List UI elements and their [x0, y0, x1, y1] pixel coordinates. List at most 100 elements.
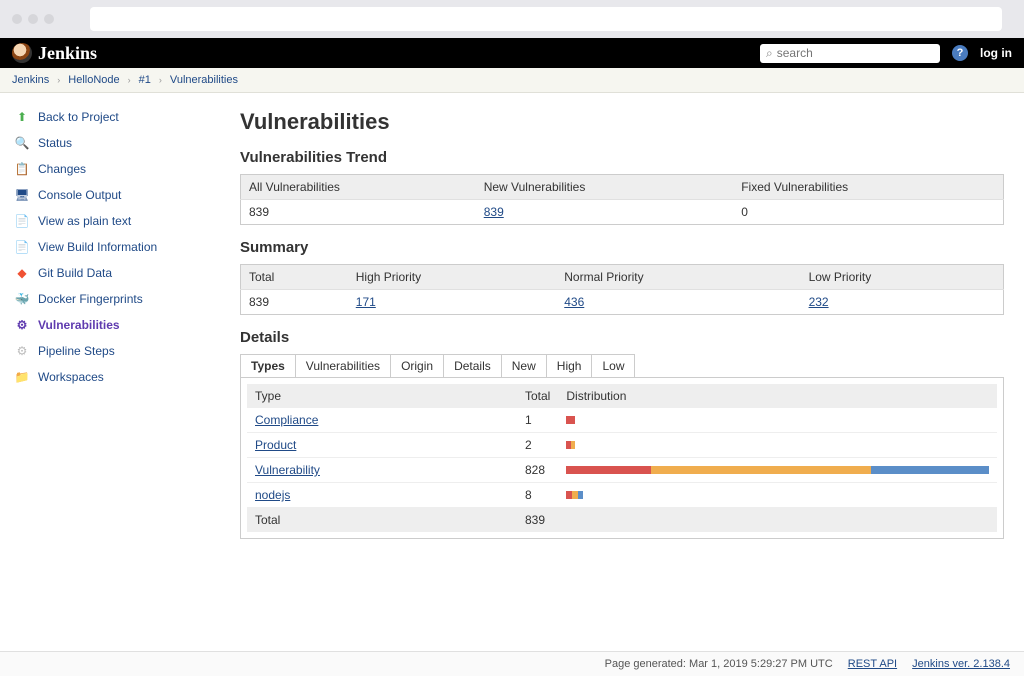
sidebar-item-buildinfo[interactable]: 📄 View Build Information: [8, 235, 232, 259]
col-header: High Priority: [348, 265, 556, 290]
col-header: Total: [241, 265, 348, 290]
tab-vulnerabilities[interactable]: Vulnerabilities: [295, 354, 391, 377]
distribution-cell: [558, 483, 997, 508]
details-table: Type Total Distribution Compliance1Produ…: [247, 384, 997, 532]
sidebar-item-status[interactable]: 🔍 Status: [8, 131, 232, 155]
col-header: All Vulnerabilities: [241, 175, 476, 200]
distribution-bar: [566, 491, 583, 499]
cell-value: 0: [733, 200, 1003, 225]
sidebar: ⬆ Back to Project 🔍 Status 📋 Changes 🖥 C…: [0, 93, 240, 653]
link-new-vulns[interactable]: 839: [484, 205, 504, 219]
sidebar-item-label: Status: [38, 136, 72, 150]
table-total-row: Total839: [247, 508, 997, 533]
sidebar-item-back[interactable]: ⬆ Back to Project: [8, 105, 232, 129]
type-link[interactable]: nodejs: [255, 488, 290, 502]
details-tabs: Types Vulnerabilities Origin Details New…: [240, 354, 1004, 377]
link-normal[interactable]: 436: [564, 295, 584, 309]
sidebar-item-console[interactable]: 🖥 Console Output: [8, 183, 232, 207]
sidebar-item-label: Console Output: [38, 188, 121, 202]
summary-table: Total High Priority Normal Priority Low …: [240, 264, 1004, 315]
window-dot: [28, 14, 38, 24]
trend-heading: Vulnerabilities Trend: [240, 149, 1004, 166]
table-row: nodejs 8: [247, 483, 997, 508]
sidebar-item-label: View Build Information: [38, 240, 157, 254]
url-bar[interactable]: [90, 7, 1002, 31]
cell-value: 1: [517, 408, 558, 433]
search-icon: 🔍: [14, 135, 30, 151]
cell-value: 839: [517, 508, 558, 533]
list-icon: 📋: [14, 161, 30, 177]
cell-value: 839: [241, 290, 348, 315]
link-high[interactable]: 171: [356, 295, 376, 309]
breadcrumb-item[interactable]: #1: [139, 74, 151, 86]
cell-value: 828: [517, 458, 558, 483]
cell-value: 2: [517, 433, 558, 458]
sidebar-item-pipeline[interactable]: ⚙ Pipeline Steps: [8, 339, 232, 363]
search-box[interactable]: ⌕: [760, 44, 940, 63]
git-icon: ◆: [14, 265, 30, 281]
tab-types[interactable]: Types: [240, 354, 296, 377]
tab-new[interactable]: New: [501, 354, 547, 377]
col-header: Total: [517, 384, 558, 408]
sidebar-item-changes[interactable]: 📋 Changes: [8, 157, 232, 181]
cell-value: [558, 508, 997, 533]
security-icon: ⚙: [14, 317, 30, 333]
page-title: Vulnerabilities: [240, 109, 1004, 135]
window-dot: [44, 14, 54, 24]
sidebar-item-label: Git Build Data: [38, 266, 112, 280]
chevron-right-icon: ›: [57, 75, 60, 85]
cell-value: 8: [517, 483, 558, 508]
type-link[interactable]: Product: [255, 438, 296, 452]
breadcrumb-item[interactable]: Jenkins: [12, 74, 49, 86]
footer-generated: Page generated: Mar 1, 2019 5:29:27 PM U…: [605, 658, 833, 670]
main-content: Vulnerabilities Vulnerabilities Trend Al…: [240, 93, 1024, 653]
sidebar-item-plaintext[interactable]: 📄 View as plain text: [8, 209, 232, 233]
jenkins-logo-icon[interactable]: [12, 43, 32, 63]
breadcrumb-item[interactable]: HelloNode: [68, 74, 119, 86]
type-link[interactable]: Compliance: [255, 413, 318, 427]
cell-value: Total: [247, 508, 517, 533]
table-row: Product 2: [247, 433, 997, 458]
sidebar-item-label: Workspaces: [38, 370, 104, 384]
table-row: Vulnerability 828: [247, 458, 997, 483]
sidebar-item-vulnerabilities[interactable]: ⚙ Vulnerabilities: [8, 313, 232, 337]
breadcrumb-item[interactable]: Vulnerabilities: [170, 74, 238, 86]
sidebar-item-label: Back to Project: [38, 110, 119, 124]
arrow-up-icon: ⬆: [14, 109, 30, 125]
sidebar-item-git[interactable]: ◆ Git Build Data: [8, 261, 232, 285]
search-input[interactable]: [777, 46, 934, 60]
pipeline-icon: ⚙: [14, 343, 30, 359]
login-link[interactable]: log in: [980, 46, 1012, 60]
distribution-cell: [558, 433, 997, 458]
trend-table: All Vulnerabilities New Vulnerabilities …: [240, 174, 1004, 225]
window-dot: [12, 14, 22, 24]
sidebar-item-docker[interactable]: 🐳 Docker Fingerprints: [8, 287, 232, 311]
tab-low[interactable]: Low: [591, 354, 635, 377]
folder-icon: 📁: [14, 369, 30, 385]
col-header: Normal Priority: [556, 265, 800, 290]
col-header: Low Priority: [801, 265, 1004, 290]
tab-high[interactable]: High: [546, 354, 593, 377]
document-icon: 📄: [14, 239, 30, 255]
tab-origin[interactable]: Origin: [390, 354, 444, 377]
sidebar-item-workspaces[interactable]: 📁 Workspaces: [8, 365, 232, 389]
distribution-bar: [566, 441, 574, 449]
link-rest-api[interactable]: REST API: [848, 658, 897, 670]
col-header: New Vulnerabilities: [476, 175, 733, 200]
col-header: Distribution: [558, 384, 997, 408]
topbar: Jenkins ⌕ ? log in: [0, 38, 1024, 68]
distribution-cell: [558, 458, 997, 483]
app-title[interactable]: Jenkins: [38, 43, 97, 64]
summary-heading: Summary: [240, 239, 1004, 256]
sidebar-item-label: View as plain text: [38, 214, 131, 228]
link-low[interactable]: 232: [809, 295, 829, 309]
link-version[interactable]: Jenkins ver. 2.138.4: [912, 658, 1010, 670]
sidebar-item-label: Docker Fingerprints: [38, 292, 143, 306]
footer: Page generated: Mar 1, 2019 5:29:27 PM U…: [0, 651, 1024, 676]
type-link[interactable]: Vulnerability: [255, 463, 320, 477]
distribution-bar: [566, 416, 574, 424]
breadcrumb: Jenkins › HelloNode › #1 › Vulnerabiliti…: [0, 68, 1024, 93]
help-icon[interactable]: ?: [952, 45, 968, 61]
tab-details[interactable]: Details: [443, 354, 502, 377]
search-icon: ⌕: [766, 46, 773, 61]
